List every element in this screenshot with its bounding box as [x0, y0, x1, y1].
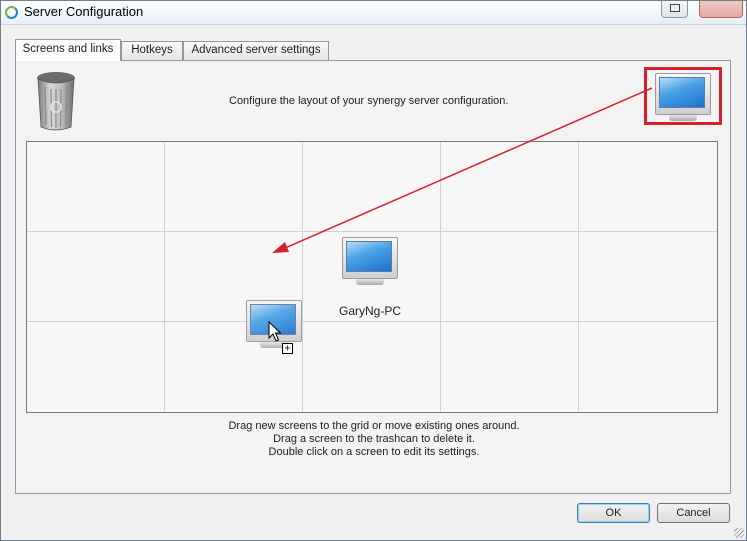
title-bar: Server Configuration — [1, 1, 746, 25]
cancel-button[interactable]: Cancel — [657, 503, 730, 523]
tab-screens-and-links[interactable]: Screens and links — [15, 39, 121, 61]
tab-hotkeys[interactable]: Hotkeys — [121, 41, 183, 60]
cursor-copy-icon — [268, 321, 282, 342]
grid-cell[interactable] — [303, 142, 441, 232]
grid-cell[interactable] — [579, 142, 717, 232]
help-line-trashcan: Drag a screen to the trashcan to delete … — [273, 433, 475, 445]
grid-cell[interactable] — [579, 232, 717, 322]
synergy-app-icon — [5, 6, 18, 19]
help-icon[interactable] — [661, 1, 688, 18]
new-screen-source[interactable] — [644, 67, 722, 125]
grid-cell[interactable] — [441, 322, 579, 412]
screen-name-label: GaryNg-PC — [338, 304, 401, 318]
copy-plus-icon: + — [282, 343, 293, 354]
grid-cell[interactable] — [27, 322, 165, 412]
grid-cell[interactable] — [579, 322, 717, 412]
ok-button[interactable]: OK — [577, 503, 650, 523]
close-icon[interactable] — [699, 1, 743, 18]
server-configuration-window: Server Configuration Screens and links H… — [0, 0, 747, 541]
trashcan-icon[interactable] — [36, 71, 76, 133]
help-line-double-click: Double click on a screen to edit its set… — [268, 446, 480, 458]
grid-cell[interactable] — [303, 322, 441, 412]
grid-cell[interactable] — [165, 142, 303, 232]
window-title: Server Configuration — [24, 4, 144, 19]
grid-cell[interactable] — [27, 232, 165, 322]
tab-advanced-server-settings[interactable]: Advanced server settings — [183, 41, 329, 60]
grid-cell[interactable] — [441, 232, 579, 322]
grid-cell[interactable] — [27, 142, 165, 232]
layout-instruction: Configure the layout of your synergy ser… — [229, 95, 509, 107]
screens-and-links-panel: Configure the layout of your synergy ser… — [15, 60, 731, 494]
resize-grip[interactable] — [734, 528, 744, 538]
help-line-drag: Drag new screens to the grid or move exi… — [228, 420, 520, 432]
grid-cell[interactable] — [441, 142, 579, 232]
